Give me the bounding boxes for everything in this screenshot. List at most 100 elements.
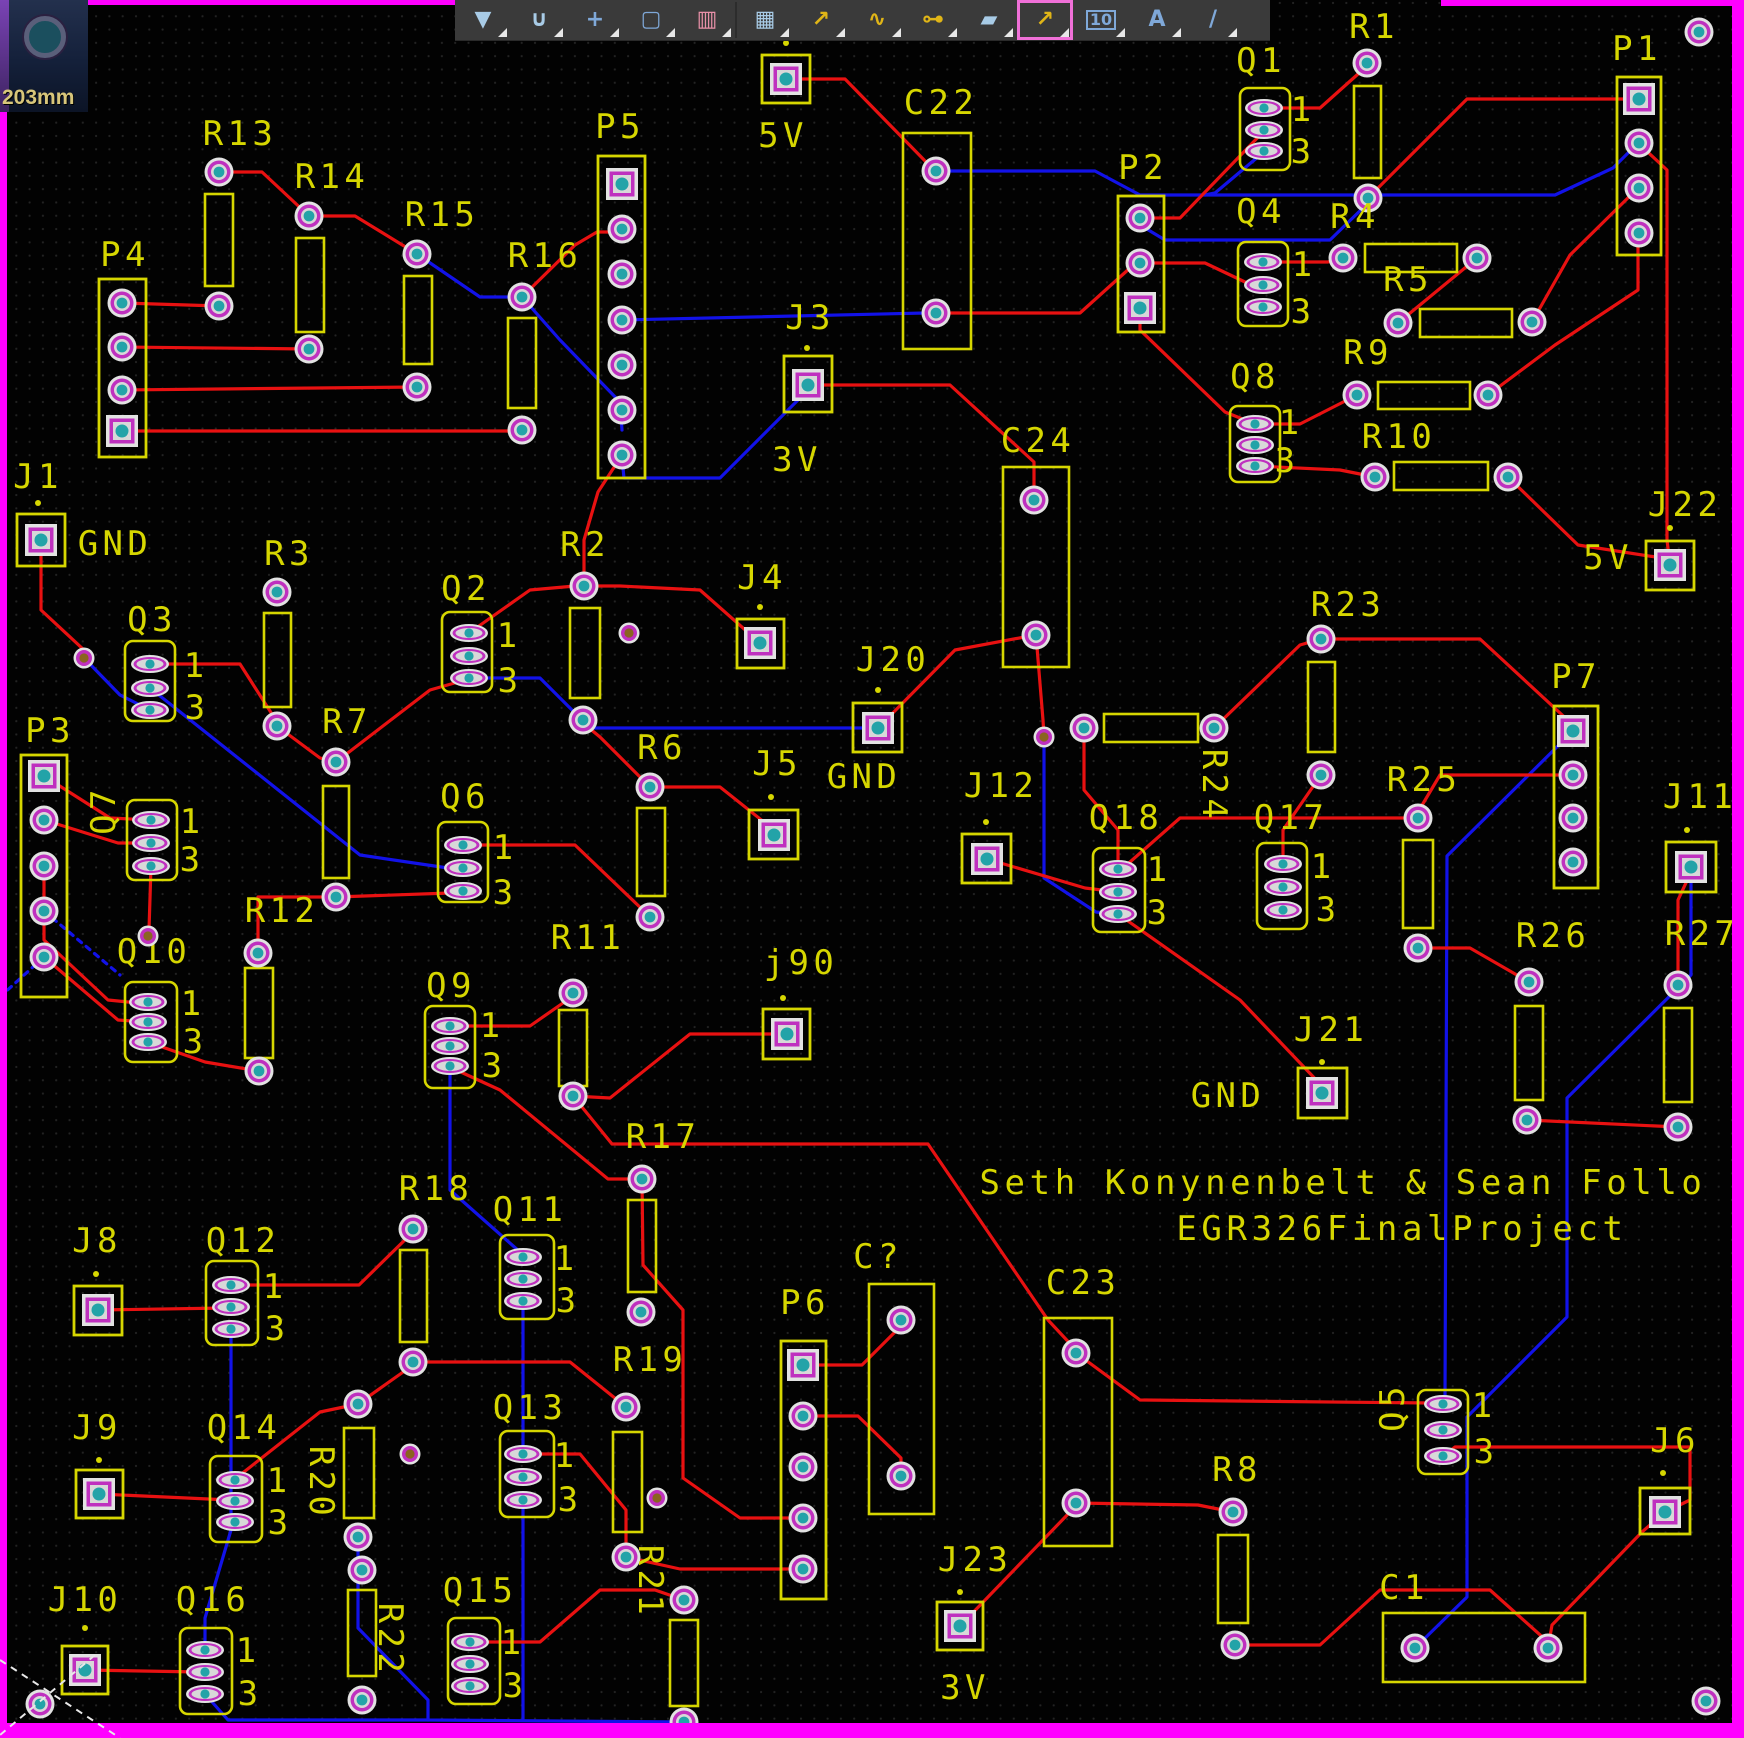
pin-label-Q16-3[interactable]: 3	[238, 1674, 263, 1714]
meander-wave-icon[interactable]: ∿	[849, 0, 905, 40]
via-2[interactable]	[1034, 727, 1055, 748]
line-tool-icon[interactable]: /	[1185, 0, 1241, 40]
pin-label-Q9-3[interactable]: 3	[482, 1046, 507, 1086]
via-1[interactable]	[619, 623, 640, 644]
label-R16[interactable]: R16	[508, 236, 583, 276]
pin-label-Q2-1[interactable]: 1	[497, 616, 522, 656]
selection-rect-icon[interactable]: ▢	[623, 0, 679, 40]
label-R18[interactable]: R18	[399, 1169, 474, 1209]
via-4[interactable]	[400, 1444, 421, 1465]
label-R9[interactable]: R9	[1343, 333, 1393, 373]
pin-label-Q2-3[interactable]: 3	[498, 661, 523, 701]
pin-label-Q11-1[interactable]: 1	[554, 1239, 579, 1279]
title-silkscreen-line2[interactable]: EGR326FinalProject	[1176, 1209, 1627, 1249]
label-P2[interactable]: P2	[1118, 148, 1168, 188]
pin-label-Q15-1[interactable]: 1	[501, 1623, 526, 1663]
measure-icon[interactable]: 10	[1073, 0, 1129, 40]
label-R24[interactable]: R24	[1194, 749, 1234, 824]
pad-stack-icon[interactable]: ▥	[679, 0, 735, 40]
label-Q13[interactable]: Q13	[493, 1388, 568, 1428]
label-R21[interactable]: R21	[630, 1545, 670, 1620]
pin-label-Q11-3[interactable]: 3	[556, 1281, 581, 1321]
label-R2[interactable]: R2	[560, 525, 610, 565]
label-J23[interactable]: J23	[938, 1540, 1013, 1580]
net-label-5V-jp-5V[interactable]: 5V	[758, 116, 808, 156]
via-3[interactable]	[138, 926, 159, 947]
label-P6[interactable]: P6	[780, 1283, 830, 1323]
label-R12[interactable]: R12	[245, 891, 320, 931]
net-label-3V-J23[interactable]: 3V	[940, 1668, 990, 1708]
pin-label-Q4-3[interactable]: 3	[1291, 292, 1316, 332]
net-label-GND-J1[interactable]: GND	[78, 524, 153, 564]
label-Q14[interactable]: Q14	[207, 1408, 282, 1448]
filter-icon[interactable]: ▼	[455, 0, 511, 40]
label-J8[interactable]: J8	[72, 1221, 122, 1261]
magnet-icon[interactable]: ∪	[511, 0, 567, 40]
label-P3[interactable]: P3	[25, 711, 75, 751]
label-Q6[interactable]: Q6	[440, 777, 490, 817]
label-J6[interactable]: J6	[1650, 1421, 1700, 1461]
label-R15[interactable]: R15	[405, 195, 480, 235]
label-R8[interactable]: R8	[1212, 1450, 1262, 1490]
pin-label-Q3-1[interactable]: 1	[184, 646, 209, 686]
pin-label-Q13-1[interactable]: 1	[554, 1436, 579, 1476]
label-R20[interactable]: R20	[301, 1446, 341, 1521]
label-P5[interactable]: P5	[595, 107, 645, 147]
label-C23[interactable]: C23	[1046, 1263, 1121, 1303]
label-Q18[interactable]: Q18	[1089, 798, 1164, 838]
label-R27[interactable]: R27	[1665, 914, 1740, 954]
label-J5[interactable]: J5	[752, 744, 802, 784]
label-C22[interactable]: C22	[904, 83, 979, 123]
label-Q1[interactable]: Q1	[1236, 41, 1286, 81]
pin-label-Q6-1[interactable]: 1	[493, 828, 518, 868]
label-R11[interactable]: R11	[551, 918, 626, 958]
net-label-GND-J21[interactable]: GND	[1191, 1076, 1266, 1116]
label-J20[interactable]: J20	[856, 640, 931, 680]
label-R1[interactable]: R1	[1349, 7, 1399, 47]
label-R7[interactable]: R7	[322, 702, 372, 742]
label-P1[interactable]: P1	[1612, 29, 1662, 69]
label-J11[interactable]: J11	[1663, 777, 1738, 817]
pin-label-Q10-1[interactable]: 1	[181, 984, 206, 1024]
label-J3[interactable]: J3	[785, 298, 835, 338]
pin-label-Q5-1[interactable]: 1	[1472, 1386, 1497, 1426]
pin-label-Q6-3[interactable]: 3	[493, 873, 518, 913]
label-R5[interactable]: R5	[1383, 260, 1433, 300]
pin-label-Q18-1[interactable]: 1	[1147, 850, 1172, 890]
label-R13[interactable]: R13	[203, 114, 278, 154]
pin-label-Q10-3[interactable]: 3	[183, 1022, 208, 1062]
trace-tool-icon[interactable]: ↗	[1017, 0, 1073, 40]
trace-top-layer-32[interactable]	[85, 1670, 200, 1672]
label-R6[interactable]: R6	[637, 728, 687, 768]
label-R10[interactable]: R10	[1362, 417, 1437, 457]
crosshair-icon[interactable]: +	[567, 0, 623, 40]
label-Q4[interactable]: Q4	[1236, 192, 1286, 232]
label-Q9[interactable]: Q9	[426, 966, 476, 1006]
label-J1[interactable]: J1	[13, 457, 63, 497]
net-label-5V-J22[interactable]: 5V	[1583, 538, 1633, 578]
label-J12[interactable]: J12	[964, 766, 1039, 806]
label-R25[interactable]: R25	[1387, 760, 1462, 800]
pin-label-Q4-1[interactable]: 1	[1292, 245, 1317, 285]
trace-top-layer-2[interactable]	[122, 347, 309, 349]
pin-label-Q17-3[interactable]: 3	[1316, 890, 1341, 930]
pin-label-Q14-1[interactable]: 1	[267, 1461, 292, 1501]
label-R26[interactable]: R26	[1516, 916, 1591, 956]
label-R23[interactable]: R23	[1311, 585, 1386, 625]
pin-label-Q16-1[interactable]: 1	[236, 1631, 261, 1671]
label-R22[interactable]: R22	[370, 1603, 410, 1678]
via-0[interactable]	[74, 648, 95, 669]
label-Q8[interactable]: Q8	[1230, 357, 1280, 397]
label-P7[interactable]: P7	[1551, 657, 1601, 697]
label-J4[interactable]: J4	[737, 558, 787, 598]
pin-label-Q1-3[interactable]: 3	[1291, 132, 1316, 172]
text-tool-icon[interactable]: A	[1129, 0, 1185, 40]
pin-label-Q13-3[interactable]: 3	[558, 1480, 583, 1520]
pin-label-Q15-3[interactable]: 3	[503, 1666, 528, 1706]
pcb-board-view[interactable]: Q113Q413Q813Q213Q313Q713Q613Q1013Q913Q18…	[0, 0, 1744, 1738]
label-C?[interactable]: C?	[853, 1237, 903, 1277]
label-R3[interactable]: R3	[264, 534, 314, 574]
label-P4[interactable]: P4	[100, 235, 150, 275]
pin-label-Q7-1[interactable]: 1	[180, 802, 205, 842]
label-Q3[interactable]: Q3	[127, 600, 177, 640]
